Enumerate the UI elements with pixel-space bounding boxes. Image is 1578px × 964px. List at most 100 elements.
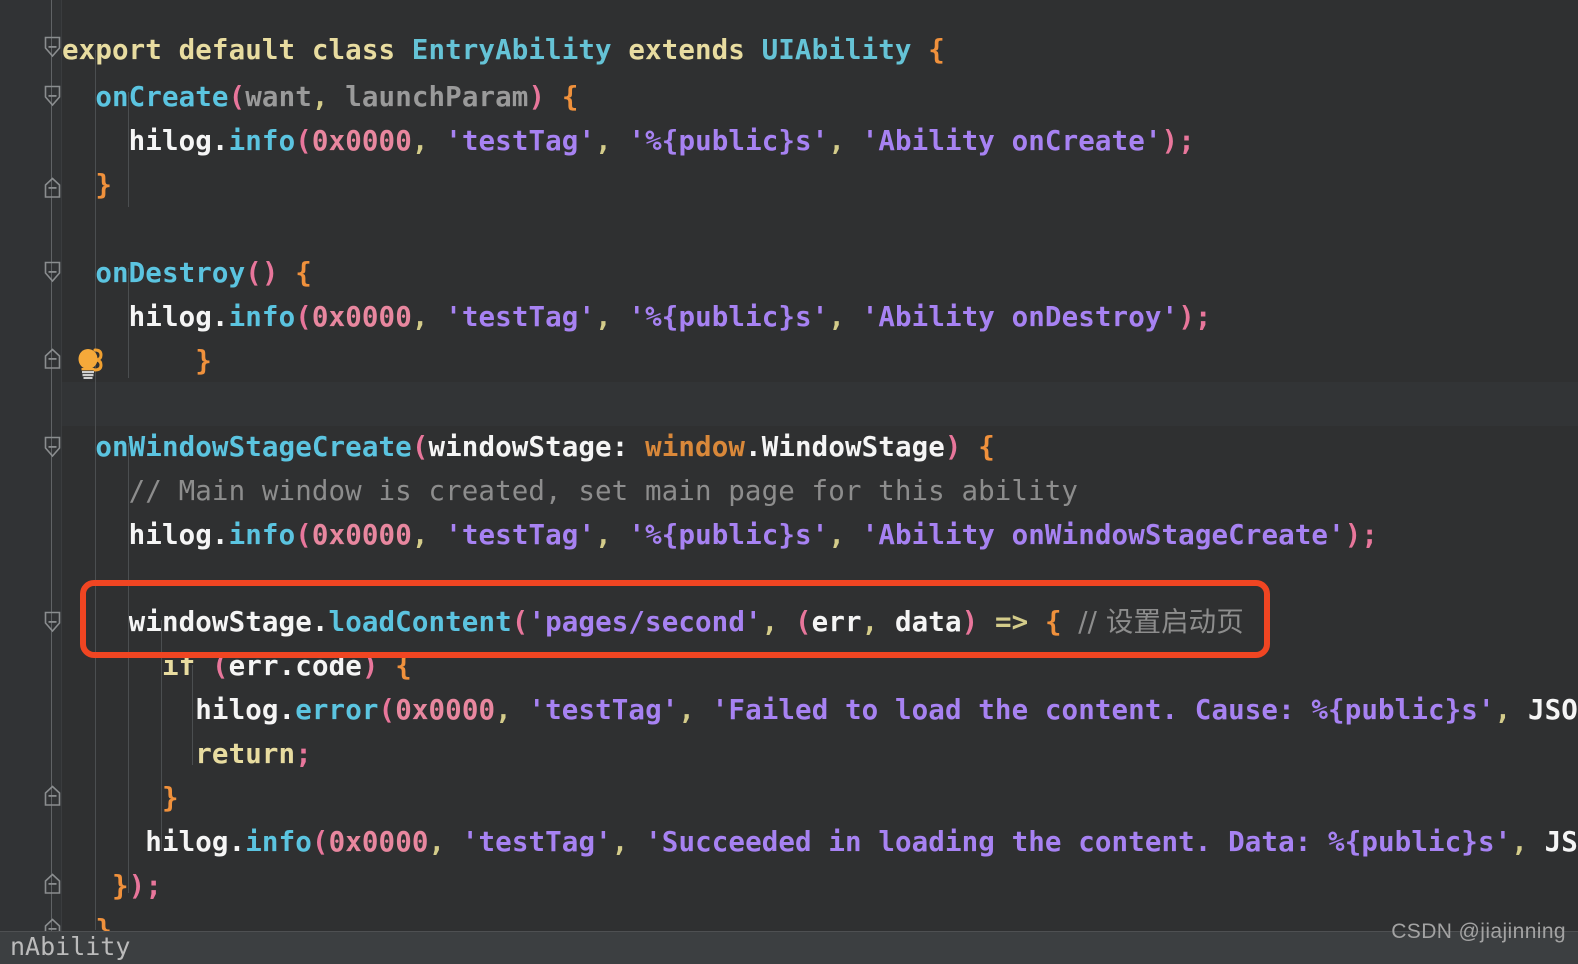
code-token: , [1511, 826, 1528, 858]
code-token: data [878, 606, 962, 638]
code-token: window [645, 431, 746, 463]
code-token: , [311, 81, 329, 113]
code-token: hilog [62, 519, 212, 551]
intention-bulb-icon[interactable] [72, 342, 110, 384]
code-token: , [828, 519, 846, 551]
code-token: } [161, 782, 179, 814]
code-token: . [745, 431, 762, 463]
code-token: ; [1194, 301, 1212, 333]
code-token: , [1494, 694, 1512, 726]
code-token: '%{public}s' [628, 125, 829, 157]
code-token: 'testTag' [528, 694, 679, 726]
fold-spine [51, 0, 52, 964]
fold-collapse-end-icon[interactable] [44, 873, 61, 894]
code-token: 'Ability onDestroy' [861, 301, 1179, 333]
code-token: : [611, 431, 629, 463]
code-token: , [861, 606, 879, 638]
code-token: => [994, 606, 1029, 638]
code-token: info [228, 125, 296, 157]
code-token: 'Ability onCreate' [861, 125, 1162, 157]
editor-gutter[interactable] [0, 0, 62, 964]
code-token: , [611, 826, 629, 858]
fold-collapse-end-icon[interactable] [44, 177, 61, 198]
code-token: ) [1178, 301, 1195, 333]
code-line[interactable]: onDestroy() { [62, 251, 312, 295]
code-token: ( [411, 431, 429, 463]
code-token: JSON [1544, 826, 1578, 858]
code-token: , [828, 125, 846, 157]
code-token: { [978, 431, 995, 463]
code-token: } [195, 345, 212, 377]
code-token: 'pages/second' [528, 606, 762, 638]
fold-collapse-start-icon[interactable] [44, 85, 61, 107]
code-token: windowStage [428, 431, 612, 463]
code-token: EntryAbility [411, 34, 612, 66]
code-line[interactable]: onWindowStageCreate(windowStage: window.… [62, 425, 995, 469]
code-token: 0x0000 [395, 694, 496, 726]
fold-collapse-end-icon[interactable] [44, 785, 61, 806]
code-line[interactable]: return; [62, 732, 312, 776]
code-token: , [678, 694, 696, 726]
fold-collapse-start-icon[interactable] [44, 436, 61, 458]
fold-collapse-start-icon[interactable] [44, 611, 61, 633]
code-token: onCreate [95, 81, 229, 113]
code-token: ( [794, 606, 812, 638]
code-token: 'testTag' [445, 301, 596, 333]
code-line[interactable]: hilog.error(0x0000, 'testTag', 'Failed t… [62, 688, 1578, 732]
code-token: , [828, 301, 846, 333]
code-line[interactable]: // Main window is created, set main page… [62, 469, 1078, 513]
code-line[interactable]: windowStage.loadContent('pages/second', … [62, 600, 1244, 644]
code-editor[interactable]: export default class EntryAbility extend… [0, 0, 1578, 964]
indent-guide [128, 92, 129, 207]
code-token: { [295, 257, 312, 289]
code-text-area[interactable]: export default class EntryAbility extend… [62, 0, 1578, 964]
code-line[interactable]: export default class EntryAbility extend… [62, 28, 945, 72]
code-line[interactable]: }); [62, 864, 162, 908]
code-token: 'Ability onWindowStageCreate' [861, 519, 1345, 551]
code-line[interactable]: hilog.info(0x0000, 'testTag', '%{public}… [62, 513, 1378, 557]
code-token: err [228, 650, 279, 682]
code-token: , [761, 606, 779, 638]
code-token: ( [245, 257, 262, 289]
code-token: . [211, 519, 229, 551]
breadcrumb-bar[interactable]: nAbility [0, 932, 1578, 964]
code-token: ( [228, 81, 246, 113]
indent-guide [192, 665, 193, 765]
breadcrumb[interactable]: nAbility [10, 932, 130, 961]
code-token: , [428, 826, 446, 858]
fold-collapse-start-icon[interactable] [44, 261, 61, 283]
code-token: 0x0000 [311, 125, 412, 157]
code-line[interactable]: hilog.info(0x0000, 'testTag', '%{public}… [62, 119, 1195, 163]
code-token: { [1044, 606, 1062, 638]
code-line[interactable]: onCreate(want, launchParam) { [62, 75, 578, 119]
code-line[interactable]: } [62, 163, 112, 207]
code-token: ; [1178, 125, 1195, 157]
code-line[interactable]: hilog.info(0x0000, 'testTag', '%{public}… [62, 295, 1212, 339]
fold-collapse-start-icon[interactable] [44, 36, 61, 58]
fold-collapse-end-icon[interactable] [44, 348, 61, 369]
code-token: , [595, 301, 612, 333]
code-token: ( [295, 301, 312, 333]
code-token: hilog [62, 125, 212, 157]
gutter-separator [61, 0, 62, 964]
code-line[interactable]: if (err.code) { [62, 644, 412, 688]
code-token: ; [1361, 519, 1379, 551]
code-token: JSON [1527, 694, 1578, 726]
code-line[interactable]: hilog.info(0x0000, 'testTag', 'Succeeded… [62, 820, 1578, 864]
code-token: { [395, 650, 412, 682]
code-token: onDestroy [95, 257, 246, 289]
code-token: WindowStage [761, 431, 945, 463]
code-token: error [295, 694, 379, 726]
code-token: return [195, 738, 296, 770]
code-token: ( [311, 826, 329, 858]
code-token: . [228, 826, 246, 858]
